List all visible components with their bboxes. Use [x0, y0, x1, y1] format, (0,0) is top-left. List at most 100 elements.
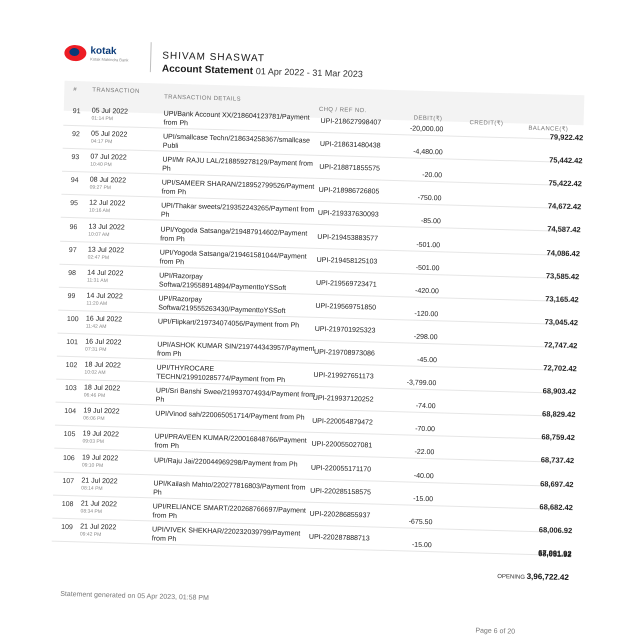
- row-time: 08:14 PM: [81, 484, 103, 492]
- row-reference: UPI-220055027081: [311, 441, 373, 450]
- row-reference: UPI-220286855937: [309, 510, 371, 520]
- row-debit: -750.00: [417, 194, 442, 203]
- row-debit: -4,480.00: [413, 148, 443, 157]
- row-number: 109: [61, 523, 73, 531]
- row-details: UPI/Vinod sah/220065051714/Payment from …: [155, 410, 305, 422]
- row-number: 105: [63, 431, 76, 439]
- row-reference: UPI-219701925323: [314, 325, 376, 335]
- row-date: 14 Jul 2022: [86, 292, 123, 301]
- row-time: 09:42 PM: [79, 531, 102, 538]
- row-time: 10:40 PM: [90, 161, 112, 169]
- row-debit: -675.50: [408, 518, 433, 526]
- row-number: 101: [66, 338, 79, 347]
- row-number: 108: [61, 500, 74, 508]
- row-time: 09:27 PM: [89, 184, 112, 192]
- row-date: 18 Jul 2022: [84, 361, 121, 370]
- row-reference: UPI-219937120252: [312, 395, 374, 404]
- row-time: 10:07 AM: [88, 230, 110, 238]
- statement-title: Account Statement 01 Apr 2022 - 31 Mar 2…: [162, 63, 363, 80]
- row-details: UPI/Bank Account XX/218604123781/Payment…: [163, 110, 310, 128]
- bank-name: kotak: [90, 44, 117, 57]
- row-debit: -85.00: [420, 218, 441, 226]
- row-time: 11:20 AM: [86, 300, 108, 307]
- opening-value: 3,96,722.42: [526, 571, 570, 583]
- row-details: UPI/Razorpay Softwa/219555263430/Payment…: [158, 295, 286, 315]
- row-number: 104: [64, 408, 77, 416]
- row-reference: UPI-219337630093: [317, 210, 379, 219]
- closing-balance: 68,051.92: [538, 549, 572, 560]
- row-number: 107: [62, 477, 75, 485]
- row-reference: UPI-219453883577: [317, 233, 379, 243]
- row-number: 93: [71, 154, 80, 162]
- row-number: 96: [69, 223, 78, 231]
- row-reference: UPI-219458125103: [316, 256, 378, 266]
- row-debit: -20.00: [422, 171, 443, 180]
- row-date: 21 Jul 2022: [80, 500, 118, 509]
- row-reference: UPI-218986726805: [318, 187, 380, 196]
- row-debit: -22.00: [414, 449, 435, 457]
- row-number: 94: [70, 177, 79, 185]
- bank-logo: kotak Kotak Mahindra Bank: [64, 40, 155, 69]
- row-time: 06:06 PM: [83, 415, 105, 423]
- row-details: UPI/RELIANCE SMART/220268766697/Payment …: [152, 503, 306, 520]
- row-reference: UPI-220054879472: [312, 418, 373, 427]
- row-number: 99: [67, 292, 76, 300]
- row-date: 19 Jul 2022: [81, 453, 119, 462]
- row-reference: UPI-219569751850: [315, 302, 377, 312]
- row-number: 92: [71, 131, 80, 139]
- row-debit: -298.00: [413, 333, 438, 342]
- row-time: 01:14 PM: [91, 115, 114, 123]
- row-number: 102: [65, 362, 78, 370]
- row-date: 18 Jul 2022: [83, 384, 121, 393]
- row-date: 16 Jul 2022: [85, 338, 122, 347]
- row-details: UPI/Sri Banshi Swee/219937074934/Payment…: [155, 387, 316, 404]
- row-details: UPI/Kailash Mahto/220277816803/Payment f…: [153, 480, 306, 497]
- row-debit: -74.00: [415, 402, 436, 411]
- row-debit: -15.00: [413, 495, 434, 503]
- row-details: UPI/smallcase Techn/218634258367/smallca…: [162, 133, 311, 151]
- row-date: 08 Jul 2022: [89, 176, 127, 185]
- row-time: 08:34 PM: [80, 508, 103, 515]
- row-time: 07:31 PM: [85, 346, 107, 354]
- row-time: 11:42 AM: [85, 323, 107, 330]
- row-date: 05 Jul 2022: [91, 130, 128, 139]
- row-time: 10:16 AM: [88, 207, 111, 215]
- opening-balance: OPENING 3,96,722.42: [463, 570, 569, 582]
- row-debit: -501.00: [415, 264, 440, 272]
- row-date: 13 Jul 2022: [87, 246, 125, 255]
- row-debit: -45.00: [416, 356, 438, 365]
- row-time: 09:10 PM: [81, 461, 104, 469]
- row-debit: -420.00: [415, 287, 439, 295]
- row-date: 19 Jul 2022: [82, 430, 120, 439]
- bank-tagline: Kotak Mahindra Bank: [90, 55, 129, 63]
- account-holder-name: SHIVAM SHASWAT: [162, 50, 266, 65]
- row-details: UPI/SAMEER SHARAN/218952799526/Payment f…: [161, 179, 315, 197]
- row-reference: UPI-219708973086: [313, 348, 375, 358]
- row-details: UPI/Flipkart/219734074056/Payment from P…: [157, 318, 300, 330]
- row-details: UPI/THYROCARE TECHN/219910285774/Payment…: [156, 364, 286, 385]
- generated-note: Statement generated on 05 Apr 2023, 01:5…: [60, 590, 209, 603]
- row-debit: -15.00: [411, 541, 432, 550]
- row-reference: UPI-219569723471: [315, 279, 377, 289]
- row-number: 95: [70, 200, 79, 208]
- statement-page: kotak Kotak Mahindra Bank SHIVAM SHASWAT…: [0, 0, 640, 640]
- row-date: 12 Jul 2022: [89, 199, 126, 208]
- row-date: 14 Jul 2022: [87, 269, 124, 278]
- row-time: 11:31 AM: [86, 277, 108, 284]
- row-date: 07 Jul 2022: [90, 153, 127, 162]
- row-details: UPI/VIVEK SHEKHAR/220232039799/Payment f…: [151, 526, 301, 543]
- header-no: #: [73, 87, 78, 94]
- opening-label: OPENING: [497, 574, 526, 581]
- row-debit: -40.00: [413, 472, 434, 480]
- row-number: 100: [66, 315, 79, 324]
- row-reference: UPI-218627998407: [320, 117, 382, 127]
- row-time: 02:47 PM: [87, 254, 110, 261]
- row-time: 06:46 PM: [83, 392, 106, 400]
- screenshot-stage: kotak Kotak Mahindra Bank SHIVAM SHASWAT…: [0, 0, 640, 640]
- row-reference: UPI-220285158575: [310, 487, 372, 497]
- row-number: 97: [68, 246, 77, 254]
- row-details: UPI/Thakar sweets/219352243265/Payment f…: [160, 202, 315, 220]
- row-details: UPI/Raju Jai/220044969298/Payment from P…: [153, 456, 298, 468]
- row-details: UPI/ASHOK KUMAR SIN/219744343957/Payment…: [156, 341, 315, 359]
- row-reference: UPI-219927651173: [313, 371, 374, 381]
